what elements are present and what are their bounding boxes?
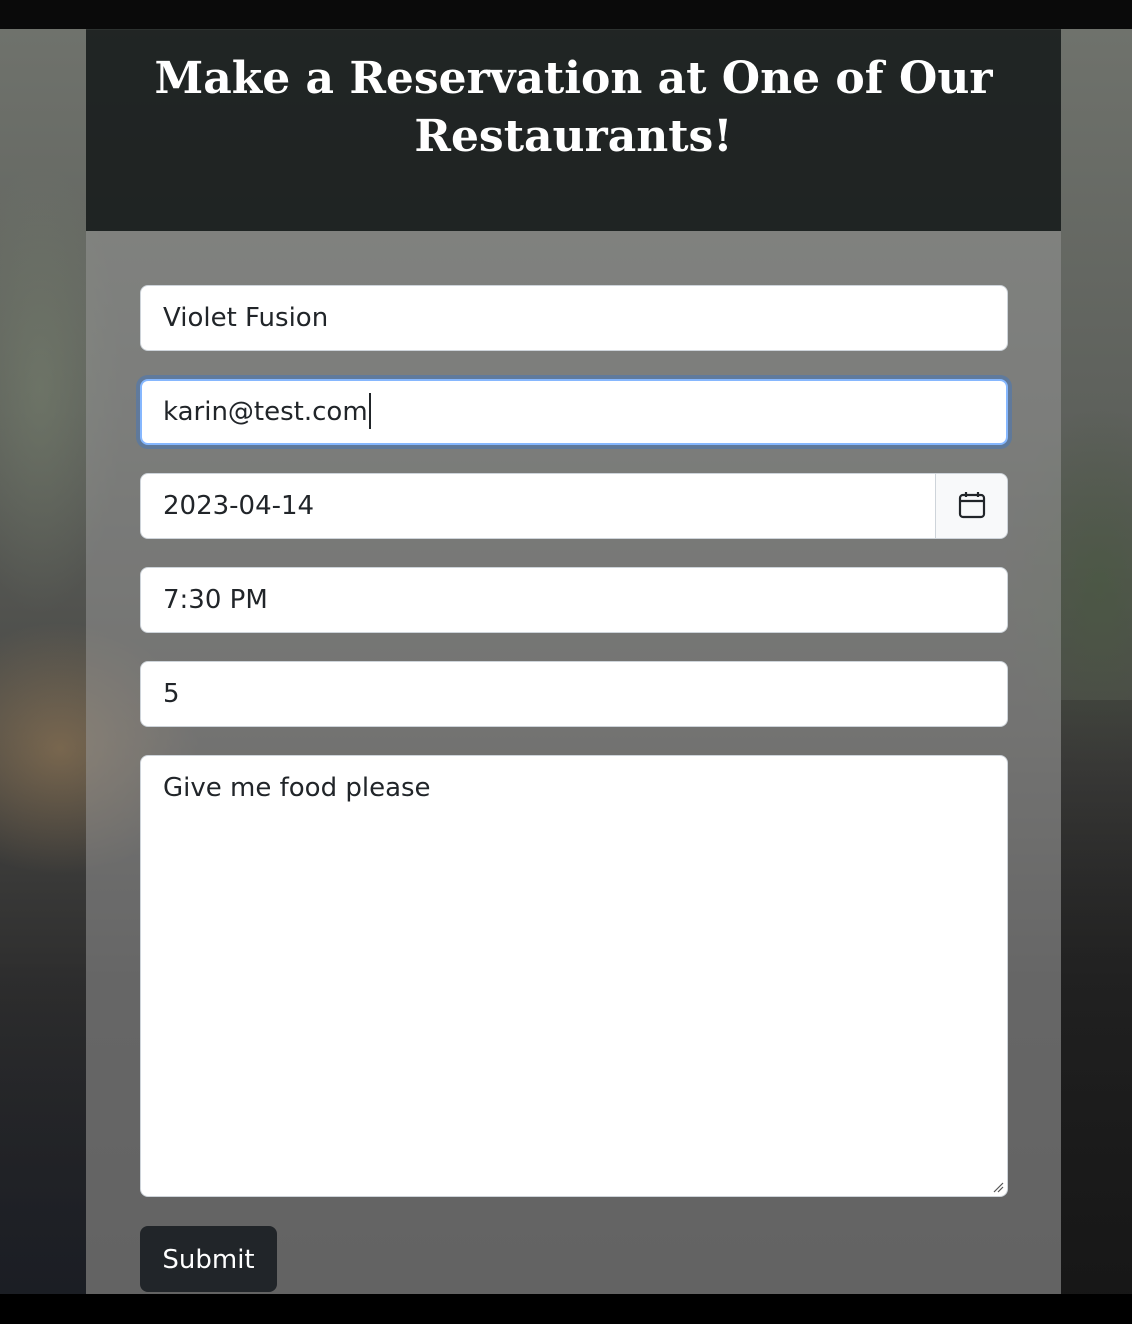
calendar-icon [958, 492, 986, 519]
browser-top-bar [0, 0, 1132, 29]
restaurant-field[interactable]: Violet Fusion [140, 285, 1008, 351]
notes-value: Give me food please [163, 773, 431, 803]
reservation-page: Make a Reservation at One of Our Restaur… [0, 0, 1132, 1324]
submit-button[interactable]: Submit [140, 1226, 277, 1292]
party-size-field[interactable]: 5 [140, 661, 1008, 727]
notes-textarea[interactable]: Give me food please [140, 755, 1008, 1197]
text-caret [368, 392, 371, 429]
restaurant-value: Violet Fusion [163, 303, 329, 333]
date-field[interactable]: 2023-04-14 [140, 473, 1008, 539]
browser-bottom-bar [0, 1294, 1132, 1324]
background-shadow-left [0, 960, 86, 1294]
reservation-form: Violet Fusion karin@test.com 2023-04-14 [86, 231, 1061, 1294]
time-value: 7:30 PM [163, 585, 268, 615]
date-value: 2023-04-14 [163, 491, 315, 521]
page-title: Make a Reservation at One of Our Restaur… [154, 53, 993, 162]
date-picker-button[interactable] [935, 474, 1007, 538]
background-shadow-right [1061, 700, 1132, 1294]
panel-header: Make a Reservation at One of Our Restaur… [86, 29, 1061, 231]
resize-grip-icon[interactable] [992, 1181, 1004, 1193]
reservation-panel: Make a Reservation at One of Our Restaur… [86, 29, 1061, 1294]
email-value: karin@test.com [163, 397, 368, 427]
email-field[interactable]: karin@test.com [140, 379, 1008, 445]
party-size-value: 5 [163, 679, 180, 709]
time-field[interactable]: 7:30 PM [140, 567, 1008, 633]
